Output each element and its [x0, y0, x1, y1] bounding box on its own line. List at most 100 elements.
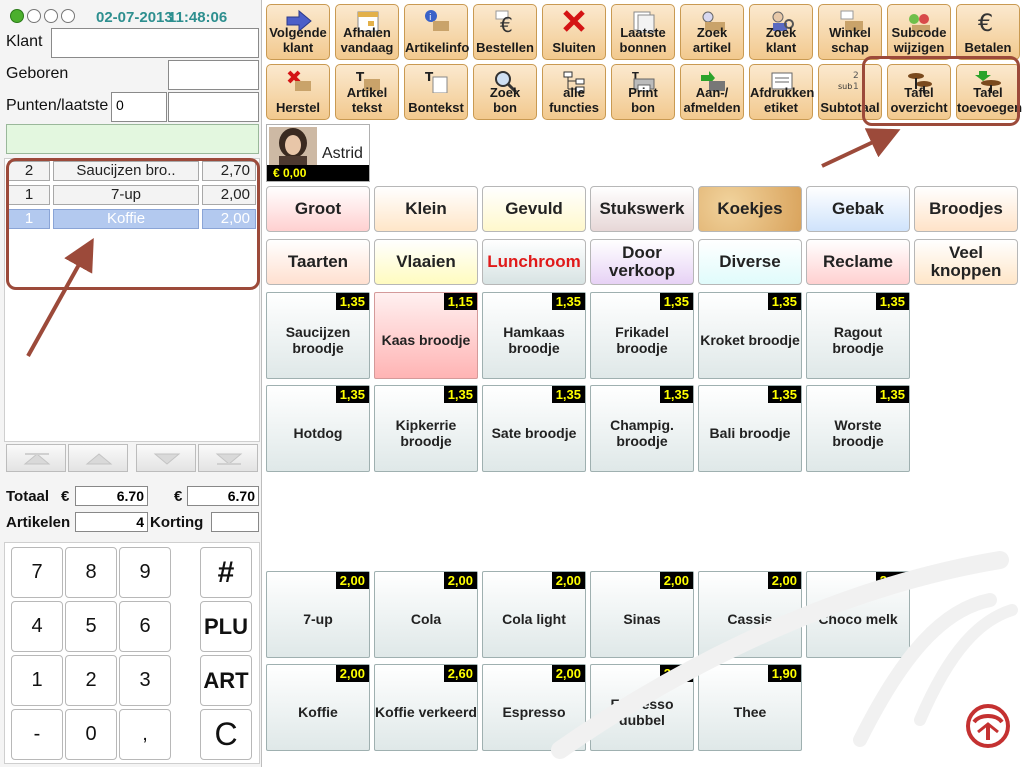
toolbar-button-label: Afhalen vandaag — [340, 25, 394, 55]
toolbar-button-bestellen[interactable]: € Bestellen — [473, 4, 537, 60]
category-tab-stukswerk[interactable]: Stukswerk — [590, 186, 694, 232]
totaal-value: 6.70 — [75, 486, 148, 506]
product-tile-hotdog[interactable]: 1,35 Hotdog — [266, 385, 370, 472]
category-tab-door-verkoop[interactable]: Door verkoop — [590, 239, 694, 285]
product-tile-kipkerrie-broodje[interactable]: 1,35 Kipkerrie broodje — [374, 385, 478, 472]
product-tile-bali-broodje[interactable]: 1,35 Bali broodje — [698, 385, 802, 472]
category-tab-groot[interactable]: Groot — [266, 186, 370, 232]
product-tile-ragout-broodje[interactable]: 1,35 Ragout broodje — [806, 292, 910, 379]
scroll-bottom-button[interactable] — [198, 444, 258, 472]
product-name: Kipkerrie broodje — [395, 417, 457, 449]
toolbar-button-afhalen-vandaag[interactable]: Afhalen vandaag — [335, 4, 399, 60]
toolbar-button-label: Bestellen — [476, 40, 534, 55]
category-tab-diverse[interactable]: Diverse — [698, 239, 802, 285]
category-tab-koekjes[interactable]: Koekjes — [698, 186, 802, 232]
totaal-label: Totaal — [6, 488, 50, 505]
keypad-key-8[interactable]: 8 — [65, 547, 117, 598]
korting-input[interactable] — [211, 512, 259, 532]
toolbar-button-afdrukken-etiket[interactable]: Afdrukken etiket — [749, 64, 814, 120]
keypad-key-2[interactable]: 2 — [65, 655, 117, 706]
product-tile-hamkaas-broodje[interactable]: 1,35 Hamkaas broodje — [482, 292, 586, 379]
scroll-down-button[interactable] — [136, 444, 196, 472]
category-tab-gevuld[interactable]: Gevuld — [482, 186, 586, 232]
category-tab-veel-knoppen[interactable]: Veel knoppen — [914, 239, 1018, 285]
toolbar-button-laatste-bonnen[interactable]: Laatste bonnen — [611, 4, 675, 60]
category-label: Koekjes — [717, 199, 783, 218]
klant-input[interactable] — [51, 28, 259, 58]
keypad-key-5[interactable]: 5 — [65, 601, 117, 652]
customer-info-bar — [6, 124, 259, 154]
brand-logo-icon — [966, 704, 1010, 748]
keypad-key-plu[interactable]: PLU — [200, 601, 252, 652]
scroll-top-button[interactable] — [6, 444, 66, 472]
toolbar-button-zoek-bon[interactable]: Zoek bon — [473, 64, 537, 120]
category-label: Veel knoppen — [930, 243, 1002, 280]
category-tab-gebak[interactable]: Gebak — [806, 186, 910, 232]
klant-label: Klant — [6, 33, 43, 50]
product-tile-frikadel-broodje[interactable]: 1,35 Frikadel broodje — [590, 292, 694, 379]
punten-label: Punten/laatste — [6, 97, 109, 114]
toolbar-button-bontekst[interactable]: T Bontekst — [404, 64, 468, 120]
category-tab-reclame[interactable]: Reclame — [806, 239, 910, 285]
toolbar-button-sluiten[interactable]: Sluiten — [542, 4, 606, 60]
product-tile-sate-broodje[interactable]: 1,35 Sate broodje — [482, 385, 586, 472]
svg-text:2: 2 — [853, 71, 859, 81]
toolbar-button-artikelinfo[interactable]: i Artikelinfo — [404, 4, 470, 60]
product-price: 1,35 — [551, 293, 585, 310]
product-tile-champig-broodje[interactable]: 1,35 Champig. broodje — [590, 385, 694, 472]
svg-text:€: € — [978, 9, 993, 33]
artikelen-label: Artikelen — [6, 514, 71, 531]
category-tab-broodjes[interactable]: Broodjes — [914, 186, 1018, 232]
category-label: Reclame — [823, 252, 893, 271]
product-tile-kroket-broodje[interactable]: 1,35 Kroket broodje — [698, 292, 802, 379]
status-dots — [10, 9, 75, 23]
product-name: Hotdog — [293, 425, 343, 441]
svg-text:1: 1 — [853, 82, 859, 92]
geboren-input[interactable] — [168, 60, 259, 90]
product-tile-saucijzen-broodje[interactable]: 1,35 Saucijzen broodje — [266, 292, 370, 379]
keypad-key-3[interactable]: 3 — [119, 655, 171, 706]
keypad-key-9[interactable]: 9 — [119, 547, 171, 598]
keypad-key-c[interactable]: C — [200, 709, 252, 760]
toolbar-button-alle-functies[interactable]: alle functies — [542, 64, 606, 120]
category-tab-taarten[interactable]: Taarten — [266, 239, 370, 285]
toolbar-button-label: Artikelinfo — [405, 40, 470, 55]
user-profile[interactable]: Astrid € 0,00 — [266, 124, 370, 182]
toolbar-button-herstel[interactable]: Herstel — [266, 64, 330, 120]
laatste-input[interactable] — [168, 92, 259, 122]
keypad-key-art[interactable]: ART — [200, 655, 252, 706]
keypad-key-1[interactable]: 1 — [11, 655, 63, 706]
category-tab-lunchroom[interactable]: Lunchroom — [482, 239, 586, 285]
category-tab-klein[interactable]: Klein — [374, 186, 478, 232]
toolbar-button-artikel-tekst[interactable]: T Artikel tekst — [335, 64, 399, 120]
toolbar-button-subcode-wijzigen[interactable]: Subcode wijzigen — [887, 4, 951, 60]
category-tab-vlaaien[interactable]: Vlaaien — [374, 239, 478, 285]
toolbar-button-betalen[interactable]: € Betalen — [956, 4, 1020, 60]
toolbar-button-zoek-klant[interactable]: Zoek klant — [749, 4, 813, 60]
product-tile-kaas-broodje[interactable]: 1,15 Kaas broodje — [374, 292, 478, 379]
keypad-key-6[interactable]: 6 — [119, 601, 171, 652]
toolbar-button-volgende-klant[interactable]: Volgende klant — [266, 4, 330, 60]
toolbar-button-print-bon[interactable]: T Print bon — [611, 64, 675, 120]
down-icon — [153, 453, 181, 465]
category-label: Lunchroom — [487, 252, 581, 271]
product-name: Kroket broodje — [700, 332, 800, 348]
artikelen-value: 4 — [75, 512, 148, 532]
toolbar-button-zoek-artikel[interactable]: Zoek artikel — [680, 4, 744, 60]
scroll-up-button[interactable] — [68, 444, 128, 472]
keypad-key-7[interactable]: 7 — [11, 547, 63, 598]
svg-text:sub: sub — [838, 82, 852, 91]
keypad-key-comma[interactable]: , — [119, 709, 171, 760]
keypad-key-0[interactable]: 0 — [65, 709, 117, 760]
punten-input[interactable]: 0 — [111, 92, 167, 122]
category-label: Groot — [294, 199, 342, 218]
keypad-key-hash[interactable]: # — [200, 547, 252, 598]
annotation-frame-tables — [862, 56, 1020, 126]
euro-sign: € — [61, 488, 70, 505]
keypad-key-4[interactable]: 4 — [11, 601, 63, 652]
profile-name: Astrid — [322, 145, 363, 162]
toolbar-button-winkel-schap[interactable]: Winkel schap — [818, 4, 882, 60]
toolbar-button-aan-afmelden[interactable]: Aan-/afmelden — [680, 64, 744, 120]
keypad-key-minus[interactable]: - — [11, 709, 63, 760]
product-tile-worste-broodje[interactable]: 1,35 Worste broodje — [806, 385, 910, 472]
